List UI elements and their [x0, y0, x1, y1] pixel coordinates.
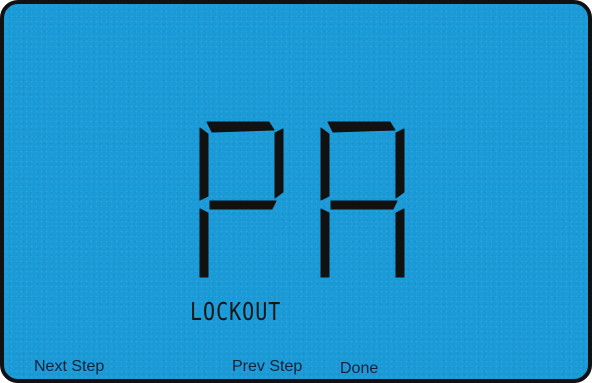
segment-f [199, 127, 209, 201]
prev-step-button[interactable]: Prev Step [232, 358, 302, 376]
next-step-button[interactable]: Next Step [34, 358, 104, 376]
seven-segment-code [199, 121, 405, 278]
segment-e [199, 208, 209, 278]
segment-f [320, 127, 330, 201]
lockout-status-label: LOCKOUT [190, 296, 282, 326]
digit-a [320, 121, 405, 278]
done-button[interactable]: Done [340, 360, 378, 378]
segment-b [274, 128, 284, 199]
segment-g [330, 200, 398, 210]
segment-e [320, 208, 330, 278]
segment-a [327, 121, 396, 133]
segment-g [209, 200, 277, 210]
segment-c [395, 208, 405, 278]
digit-p [199, 121, 284, 278]
lcd-display: LOCKOUT Next Step Prev Step Done [0, 0, 592, 383]
segment-a [206, 121, 275, 133]
segment-b [395, 128, 405, 199]
